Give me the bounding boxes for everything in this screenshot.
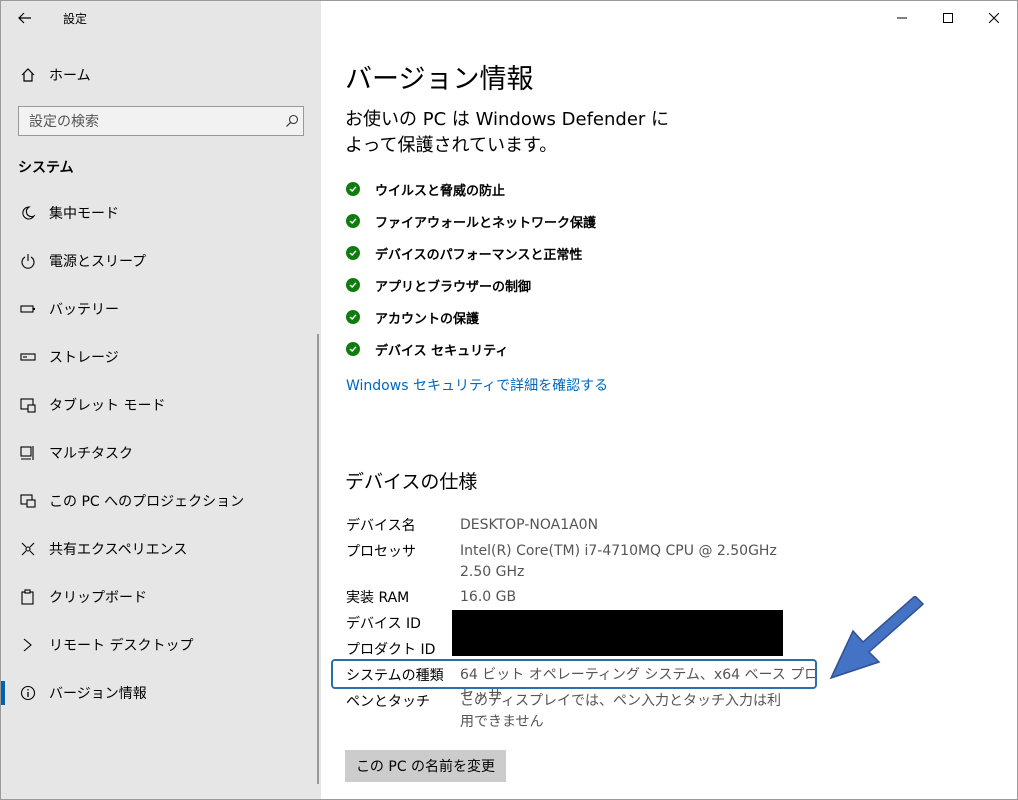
projection-icon <box>19 492 37 510</box>
windows-security-link[interactable]: Windows セキュリティで詳細を確認する <box>346 375 608 395</box>
check-label: ウイルスと脅威の防止 <box>375 183 506 199</box>
check-label: デバイスのパフォーマンスと正常性 <box>375 247 583 263</box>
multitask-icon <box>19 444 37 462</box>
minimize-button[interactable] <box>879 1 925 35</box>
sidebar-item-multitasking[interactable]: マルチタスク <box>1 429 321 477</box>
check-icon <box>346 310 360 324</box>
spec-value: Intel(R) Core(TM) i7-4710MQ CPU @ 2.50GH… <box>460 543 777 580</box>
spec-key: 実装 RAM <box>346 590 410 606</box>
sidebar-item-power-sleep[interactable]: 電源とスリープ <box>1 237 321 285</box>
protection-status-text: お使いの PC は Windows Defender によって保護されています。 <box>345 109 670 156</box>
sidebar-item-projection[interactable]: この PC へのプロジェクション <box>1 477 321 525</box>
sidebar-item-storage[interactable]: ストレージ <box>1 333 321 381</box>
sidebar-nav: 集中モード 電源とスリープ バッテリー ストレージ タブレット モード マルチタ… <box>1 189 321 717</box>
check-icon <box>346 182 360 196</box>
check-icon <box>346 278 360 292</box>
annotation-arrow-icon <box>829 596 925 680</box>
tablet-icon <box>19 396 37 414</box>
spec-key: ペンとタッチ <box>346 694 430 710</box>
page-title: バージョン情報 <box>345 64 534 95</box>
clipboard-icon <box>19 588 37 606</box>
rename-pc-button[interactable]: この PC の名前を変更 <box>345 750 506 782</box>
sidebar: 設定 ホーム 設定の検索 システム 集中モード 電源とスリープ バッテリー スト… <box>1 1 321 799</box>
list-item: アプリとブラウザーの制御 <box>346 269 596 301</box>
settings-window: 設定 ホーム 設定の検索 システム 集中モード 電源とスリープ バッテリー スト… <box>0 0 1018 800</box>
sidebar-item-battery[interactable]: バッテリー <box>1 285 321 333</box>
remote-icon <box>19 636 37 654</box>
spec-key: デバイス ID <box>346 616 421 632</box>
section-heading-system: システム <box>18 160 74 176</box>
spec-key: プロセッサ <box>346 544 416 560</box>
title-bar: 設定 <box>1 1 321 35</box>
sidebar-item-label: 集中モード <box>49 206 119 222</box>
sidebar-item-label: リモート デスクトップ <box>49 638 194 654</box>
list-item: アカウントの保護 <box>346 301 596 333</box>
redaction-block <box>452 610 783 656</box>
sidebar-item-tablet-mode[interactable]: タブレット モード <box>1 381 321 429</box>
sidebar-item-label: クリップボード <box>49 590 147 606</box>
close-button[interactable] <box>971 1 1017 35</box>
spec-value: DESKTOP-NOA1A0N <box>460 517 599 533</box>
info-icon <box>19 684 37 702</box>
window-controls <box>879 1 1017 35</box>
app-title: 設定 <box>63 11 88 26</box>
home-icon <box>19 66 37 84</box>
battery-icon <box>19 300 37 318</box>
storage-icon <box>19 348 37 366</box>
sidebar-item-label: 共有エクスペリエンス <box>49 542 188 558</box>
check-label: アカウントの保護 <box>375 311 480 327</box>
moon-icon <box>19 204 37 222</box>
sidebar-item-shared-experiences[interactable]: 共有エクスペリエンス <box>1 525 321 573</box>
sidebar-item-label: タブレット モード <box>49 398 166 414</box>
security-checklist: ウイルスと脅威の防止 ファイアウォールとネットワーク保護 デバイスのパフォーマン… <box>346 173 596 365</box>
spec-value: 16.0 GB <box>460 589 517 605</box>
close-icon <box>989 13 999 23</box>
power-icon <box>19 252 37 270</box>
sidebar-item-label: マルチタスク <box>49 446 133 462</box>
sidebar-item-label: バージョン情報 <box>49 686 147 702</box>
check-label: デバイス セキュリティ <box>375 343 509 359</box>
system-type-highlight <box>331 659 817 689</box>
list-item: ファイアウォールとネットワーク保護 <box>346 205 596 237</box>
sidebar-item-label: この PC へのプロジェクション <box>49 494 245 510</box>
check-icon <box>346 246 360 260</box>
check-label: アプリとブラウザーの制御 <box>375 279 532 295</box>
search-placeholder: 設定の検索 <box>29 114 99 130</box>
sidebar-item-remote-desktop[interactable]: リモート デスクトップ <box>1 621 321 669</box>
spec-key: デバイス名 <box>346 518 416 534</box>
search-icon[interactable] <box>281 114 303 128</box>
check-icon <box>346 214 360 228</box>
maximize-icon <box>943 13 953 23</box>
list-item: デバイスのパフォーマンスと正常性 <box>346 237 596 269</box>
sidebar-item-about[interactable]: バージョン情報 <box>1 669 321 717</box>
sidebar-item-focus-assist[interactable]: 集中モード <box>1 189 321 237</box>
check-icon <box>346 342 360 356</box>
shared-icon <box>19 540 37 558</box>
list-item: ウイルスと脅威の防止 <box>346 173 596 205</box>
back-arrow-icon <box>18 12 31 24</box>
minimize-icon <box>897 17 907 19</box>
device-spec-heading: デバイスの仕様 <box>345 471 478 493</box>
sidebar-item-label: バッテリー <box>49 302 119 318</box>
sidebar-item-label: ストレージ <box>49 350 119 366</box>
sidebar-scrollbar[interactable] <box>317 334 319 784</box>
spec-key: プロダクト ID <box>346 642 436 658</box>
spec-value: このディスプレイでは、ペン入力とタッチ入力は利用できません <box>460 693 782 730</box>
search-input[interactable]: 設定の検索 <box>18 106 304 136</box>
sidebar-item-label: 電源とスリープ <box>49 254 147 270</box>
sidebar-item-label: ホーム <box>49 68 91 84</box>
list-item: デバイス セキュリティ <box>346 333 596 365</box>
sidebar-item-home[interactable]: ホーム <box>1 57 321 93</box>
check-label: ファイアウォールとネットワーク保護 <box>375 215 597 231</box>
maximize-button[interactable] <box>925 1 971 35</box>
back-button[interactable] <box>1 1 49 35</box>
sidebar-item-clipboard[interactable]: クリップボード <box>1 573 321 621</box>
